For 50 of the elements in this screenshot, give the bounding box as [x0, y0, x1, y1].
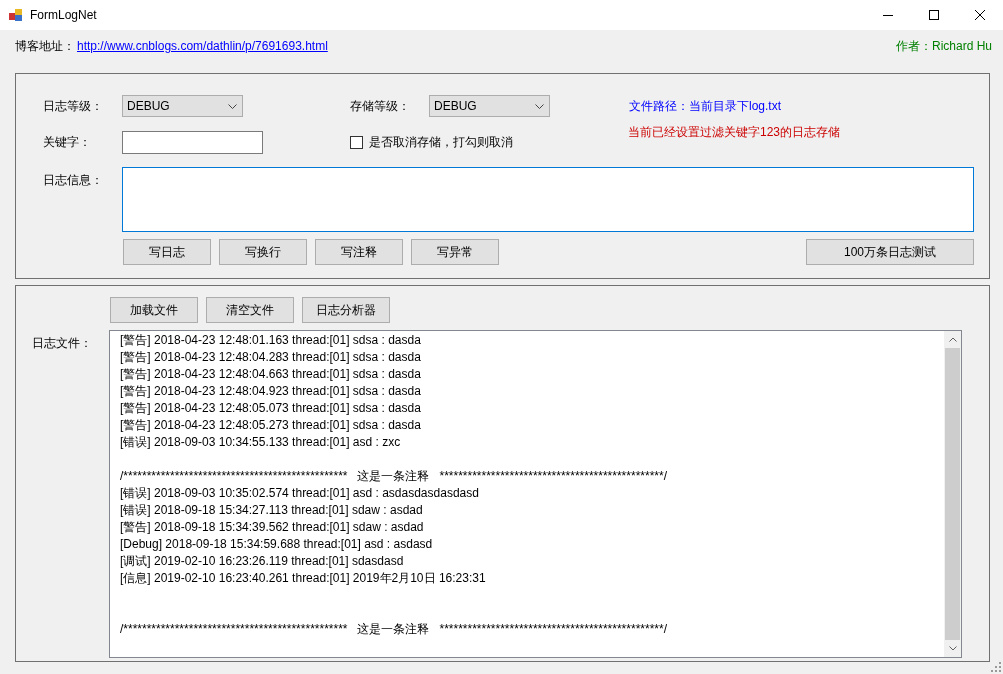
- log-line: [警告] 2018-04-23 12:48:05.073 thread:[01] sdsa : dasda: [120, 400, 422, 417]
- log-line: [警告] 2018-04-23 12:48:05.273 thread:[01] sdsa : dasda: [120, 417, 422, 434]
- keyword-field[interactable]: [122, 131, 263, 154]
- keyword-label: 关键字：: [43, 134, 92, 151]
- window-title: FormLogNet: [30, 8, 97, 22]
- file-button[interactable]: 清空文件: [206, 297, 294, 323]
- log-level-dropdown[interactable]: DEBUG: [122, 95, 243, 117]
- message-label: 日志信息：: [43, 172, 104, 189]
- scroll-up-icon: [948, 337, 957, 342]
- log-line: [信息] 2019-02-10 16:23:40.261 thread:[01] 2019年2月10日 16:23:31: [120, 570, 487, 587]
- log-line: [错误] 2018-09-03 10:34:55.133 thread:[01] asd : zxc: [120, 434, 402, 451]
- file-path-label: 文件路径：当前目录下log.txt: [629, 97, 781, 115]
- write-button[interactable]: 写换行: [219, 239, 307, 265]
- file-button[interactable]: 日志分析器: [302, 297, 390, 323]
- close-icon: [975, 10, 985, 20]
- log-line: /************************************************ 这是一条注释 ************************************************/: [120, 468, 668, 485]
- message-field[interactable]: [121, 167, 974, 232]
- write-button[interactable]: 写异常: [411, 239, 499, 265]
- log-file-label: 日志文件：: [32, 335, 93, 352]
- blog-link[interactable]: http://www.cnblogs.com/dathlin/p/7691693.html: [77, 39, 328, 53]
- scroll-down-icon: [948, 646, 957, 651]
- log-text-area[interactable]: [109, 330, 962, 658]
- blog-label: 博客地址：: [15, 37, 75, 55]
- log-line: /************************************************ 这是一条注释 ************************************************/: [120, 621, 668, 638]
- log-level-label: 日志等级：: [43, 97, 104, 115]
- scrollbar[interactable]: [944, 331, 961, 657]
- log-line: [警告] 2018-04-23 12:48:04.663 thread:[01] sdsa : dasda: [120, 366, 422, 383]
- log-line: [Debug] 2018-09-18 15:34:59.688 thread:[01] asd : asdasd: [120, 536, 434, 553]
- resize-grip-icon[interactable]: [991, 662, 1001, 672]
- chevron-down-icon: [228, 103, 237, 109]
- log-line: [警告] 2018-09-18 15:34:39.562 thread:[01] sdaw : asdad: [120, 519, 425, 536]
- author-label: 作者：Richard Hu: [895, 37, 992, 55]
- file-button[interactable]: 加载文件: [110, 297, 198, 323]
- cancel-store-checkbox[interactable]: 是否取消存储，打勾则取消: [350, 134, 513, 151]
- write-button[interactable]: 写日志: [123, 239, 211, 265]
- store-level-dropdown[interactable]: DEBUG: [429, 95, 550, 117]
- log-line: [调试] 2019-02-10 16:23:26.119 thread:[01] sdasdasd: [120, 553, 405, 570]
- log-line: [警告] 2018-04-23 12:48:01.163 thread:[01] sdsa : dasda: [120, 332, 422, 349]
- store-level-label: 存储等级：: [350, 97, 411, 115]
- scroll-thumb[interactable]: [945, 348, 960, 640]
- test-button[interactable]: 100万条日志测试: [806, 239, 974, 265]
- maximize-icon: [929, 10, 939, 20]
- filter-notice: 当前已经设置过滤关键字123的日志存储: [628, 124, 841, 141]
- log-line: [警告] 2018-04-23 12:48:04.283 thread:[01] sdsa : dasda: [120, 349, 422, 366]
- log-line: [警告] 2018-04-23 12:48:04.923 thread:[01] sdsa : dasda: [120, 383, 422, 400]
- log-line: [错误] 2018-09-03 10:35:02.574 thread:[01] asd : asdasdasdasdasd: [120, 485, 480, 502]
- write-button[interactable]: 写注释: [315, 239, 403, 265]
- app-icon: [9, 8, 23, 22]
- chevron-down-icon: [535, 103, 544, 109]
- log-line: [错误] 2018-09-18 15:34:27.113 thread:[01] sdaw : asdad: [120, 502, 424, 519]
